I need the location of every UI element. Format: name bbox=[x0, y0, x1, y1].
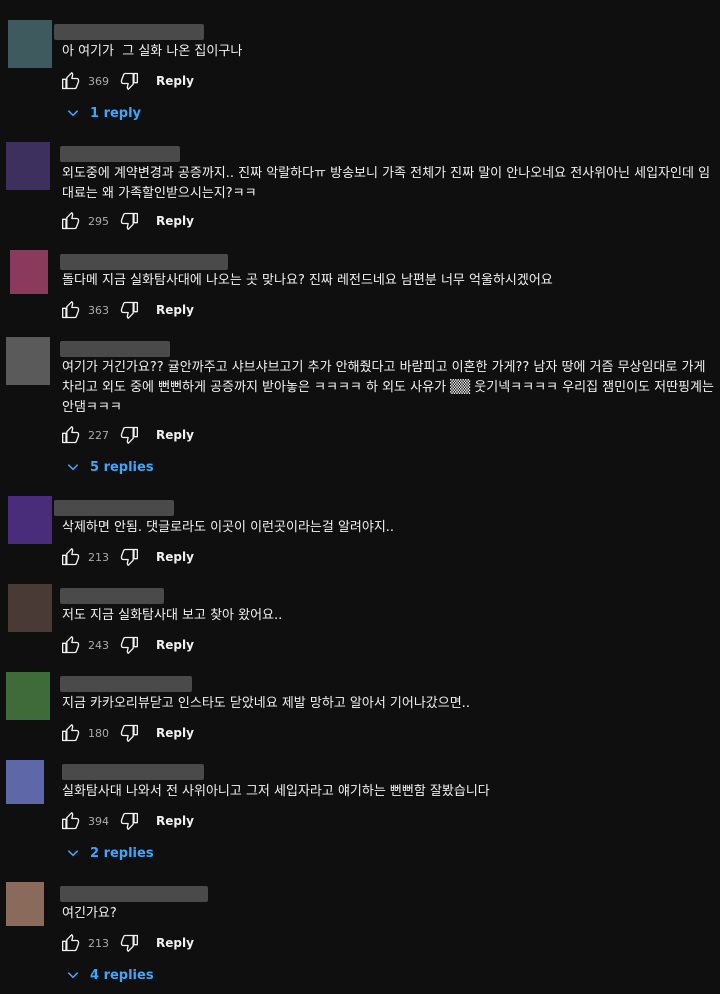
comment-text: 저도 지금 실화탐사대 보고 찾아 왔어요.. bbox=[62, 608, 283, 623]
like-count: 180 bbox=[88, 726, 109, 740]
view-replies-button[interactable]: 1 reply bbox=[66, 102, 141, 124]
author-name[interactable] bbox=[60, 254, 228, 270]
replies-count: 4 replies bbox=[90, 967, 154, 983]
comment-actions: 213 Reply bbox=[60, 931, 194, 955]
comment-text: 외도중에 계약변경과 공증까지.. 진짜 악랄하다ㅠ 방송보니 가족 전체가 진… bbox=[62, 166, 711, 201]
avatar[interactable] bbox=[10, 250, 48, 294]
chevron-down-icon bbox=[67, 110, 79, 117]
comment-actions: 213 Reply bbox=[60, 545, 194, 569]
author-name[interactable] bbox=[60, 588, 164, 604]
replies-count: 2 replies bbox=[90, 845, 154, 861]
replies-count: 5 replies bbox=[90, 459, 154, 475]
author-name[interactable] bbox=[60, 341, 170, 357]
view-replies-button[interactable]: 2 replies bbox=[66, 842, 154, 864]
reply-button[interactable]: Reply bbox=[156, 726, 194, 740]
thumbs-up-icon[interactable] bbox=[60, 210, 82, 232]
comment-actions: 243 Reply bbox=[60, 633, 194, 657]
reply-button[interactable]: Reply bbox=[156, 936, 194, 950]
avatar[interactable] bbox=[6, 337, 50, 385]
thumbs-up-icon[interactable] bbox=[60, 546, 82, 568]
chevron-down-icon bbox=[67, 850, 79, 857]
thumbs-down-icon[interactable] bbox=[118, 299, 140, 321]
avatar[interactable] bbox=[6, 882, 44, 926]
chevron-down-icon bbox=[67, 464, 79, 471]
avatar[interactable] bbox=[8, 584, 52, 632]
author-name[interactable] bbox=[54, 24, 204, 40]
like-count: 295 bbox=[88, 214, 109, 228]
thumbs-down-icon[interactable] bbox=[118, 70, 140, 92]
reply-button[interactable]: Reply bbox=[156, 550, 194, 564]
comment-actions: 180 Reply bbox=[60, 721, 194, 745]
thumbs-down-icon[interactable] bbox=[118, 424, 140, 446]
reply-button[interactable]: Reply bbox=[156, 428, 194, 442]
author-name[interactable] bbox=[60, 146, 180, 162]
like-count: 227 bbox=[88, 428, 109, 442]
chevron-down-icon bbox=[67, 972, 79, 979]
comment-actions: 369 Reply bbox=[60, 69, 194, 93]
avatar[interactable] bbox=[6, 672, 50, 720]
thumbs-up-icon[interactable] bbox=[60, 810, 82, 832]
author-name[interactable] bbox=[60, 886, 208, 902]
comment-text: 지금 카카오리뷰닫고 인스타도 닫았네요 제발 망하고 알아서 기어나갔으면.. bbox=[62, 696, 470, 711]
thumbs-down-icon[interactable] bbox=[118, 210, 140, 232]
author-name[interactable] bbox=[60, 676, 192, 692]
view-replies-button[interactable]: 5 replies bbox=[66, 456, 154, 478]
thumbs-down-icon[interactable] bbox=[118, 634, 140, 656]
thumbs-down-icon[interactable] bbox=[118, 810, 140, 832]
comment-text: 아 여기가 그 실화 나온 집이구나 bbox=[62, 44, 243, 59]
thumbs-down-icon[interactable] bbox=[118, 546, 140, 568]
like-count: 213 bbox=[88, 550, 109, 564]
thumbs-up-icon[interactable] bbox=[60, 722, 82, 744]
reply-button[interactable]: Reply bbox=[156, 814, 194, 828]
replies-count: 1 reply bbox=[90, 105, 142, 121]
thumbs-up-icon[interactable] bbox=[60, 299, 82, 321]
comment-actions: 227 Reply bbox=[60, 423, 194, 447]
reply-button[interactable]: Reply bbox=[156, 214, 194, 228]
avatar[interactable] bbox=[6, 142, 50, 190]
like-count: 213 bbox=[88, 936, 109, 950]
comment-text: 삭제하면 안됨. 댓글로라도 이곳이 이런곳이라는걸 알려야지.. bbox=[62, 520, 395, 535]
reply-button[interactable]: Reply bbox=[156, 74, 194, 88]
thumbs-up-icon[interactable] bbox=[60, 70, 82, 92]
avatar[interactable] bbox=[6, 760, 44, 804]
thumbs-up-icon[interactable] bbox=[60, 424, 82, 446]
comment-actions: 295 Reply bbox=[60, 209, 194, 233]
view-replies-button[interactable]: 4 replies bbox=[66, 964, 154, 986]
comment-text: 실화탐사대 나와서 전 사위아니고 그저 세입자라고 얘기하는 뻔뻔함 잘봤습니… bbox=[62, 784, 490, 799]
comment-text: 여긴가요? bbox=[62, 906, 117, 921]
comment-actions: 394 Reply bbox=[60, 809, 194, 833]
avatar[interactable] bbox=[8, 20, 52, 68]
reply-button[interactable]: Reply bbox=[156, 303, 194, 317]
comment-text: 여기가 거긴가요?? 귤안까주고 샤브샤브고기 추가 안해줬다고 바람피고 이혼… bbox=[62, 360, 719, 415]
thumbs-up-icon[interactable] bbox=[60, 634, 82, 656]
like-count: 243 bbox=[88, 638, 109, 652]
thumbs-up-icon[interactable] bbox=[60, 932, 82, 954]
author-name[interactable] bbox=[54, 500, 174, 516]
like-count: 363 bbox=[88, 303, 109, 317]
like-count: 394 bbox=[88, 814, 109, 828]
reply-button[interactable]: Reply bbox=[156, 638, 194, 652]
thumbs-down-icon[interactable] bbox=[118, 722, 140, 744]
thumbs-down-icon[interactable] bbox=[118, 932, 140, 954]
avatar[interactable] bbox=[8, 496, 52, 544]
comment-text: 돌다메 지금 실화탐사대에 나오는 곳 맞나요? 진짜 레전드네요 남편분 너무… bbox=[62, 273, 553, 288]
author-name[interactable] bbox=[62, 764, 204, 780]
comment-actions: 363 Reply bbox=[60, 298, 194, 322]
like-count: 369 bbox=[88, 74, 109, 88]
